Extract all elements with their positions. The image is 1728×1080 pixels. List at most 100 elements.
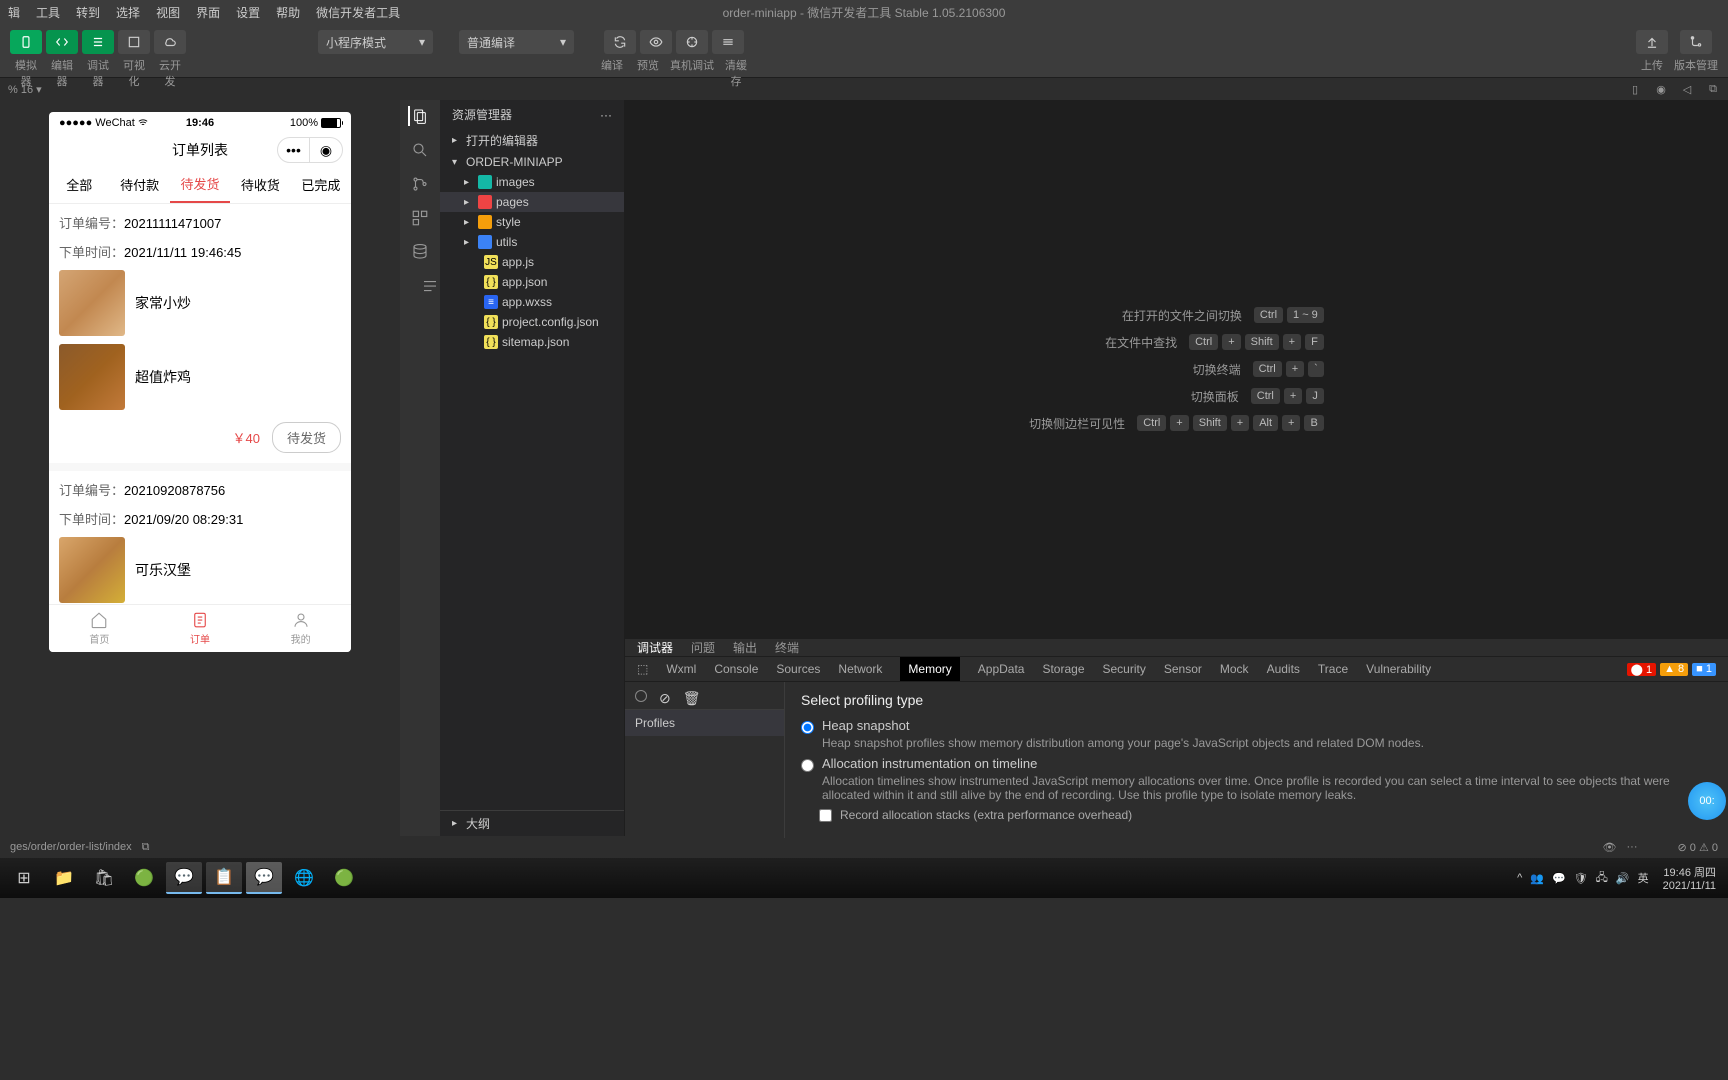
dtab-trace[interactable]: Trace	[1318, 662, 1348, 676]
tab-pending-ship[interactable]: 待发货	[170, 166, 230, 203]
dtab-sources[interactable]: Sources	[776, 662, 820, 676]
debugger-button[interactable]	[82, 30, 114, 54]
store-icon[interactable]: 🛍	[86, 862, 122, 894]
more-icon[interactable]: ···	[600, 108, 612, 122]
record-profile-icon[interactable]	[635, 690, 647, 702]
floating-record-button[interactable]: 00:	[1688, 782, 1726, 820]
preview-button[interactable]	[640, 30, 672, 54]
remote-debug-button[interactable]	[676, 30, 708, 54]
chrome-icon[interactable]: 🌐	[286, 862, 322, 894]
more-icon[interactable]: ···	[1627, 841, 1638, 854]
tree-node[interactable]: ▸utils	[440, 232, 624, 252]
database-tab-icon[interactable]	[410, 242, 430, 262]
dtab-sensor[interactable]: Sensor	[1164, 662, 1202, 676]
order-list[interactable]: 订单编号：20211111471007 下单时间：2021/11/11 19:4…	[49, 204, 351, 604]
mode-dropdown[interactable]: 小程序模式▾	[318, 30, 433, 54]
popout-icon[interactable]: ⧉	[1706, 82, 1720, 96]
device-icon[interactable]: ▯	[1628, 82, 1642, 96]
dtab-output[interactable]: 输出	[733, 639, 757, 656]
record-stacks-checkbox[interactable]	[819, 809, 832, 822]
visualize-button[interactable]	[118, 30, 150, 54]
dtab-audits[interactable]: Audits	[1267, 662, 1300, 676]
explorer-icon[interactable]: 📁	[46, 862, 82, 894]
version-button[interactable]	[1680, 30, 1712, 54]
tree-node[interactable]: ▾ORDER-MINIAPP	[440, 152, 624, 172]
tabbar-orders[interactable]: 订单	[150, 605, 251, 652]
zoom-level[interactable]: % 16 ▾	[8, 83, 42, 96]
simulator-button[interactable]	[10, 30, 42, 54]
tree-node[interactable]: ≡app.wxss	[440, 292, 624, 312]
explorer-tab-icon[interactable]	[408, 106, 428, 126]
tree-node[interactable]: ▸style	[440, 212, 624, 232]
dtab-security[interactable]: Security	[1103, 662, 1146, 676]
capsule-close-icon[interactable]: ◉	[310, 138, 342, 162]
tray-net-icon[interactable]: 🖧	[1596, 869, 1608, 888]
tree-node[interactable]: ▸打开的编辑器	[440, 129, 624, 152]
dtab-terminal[interactable]: 终端	[775, 639, 799, 656]
tree-node[interactable]: { }app.json	[440, 272, 624, 292]
taskbar-clock[interactable]: 19:46 周四 2021/11/11	[1657, 864, 1722, 892]
order-status-button[interactable]: 待发货	[272, 422, 341, 453]
outline-section[interactable]: ▸ 大纲	[440, 810, 624, 836]
git-tab-icon[interactable]	[410, 174, 430, 194]
cloud-dev-button[interactable]	[154, 30, 186, 54]
menu-goto[interactable]: 转到	[68, 4, 108, 21]
capsule-button[interactable]: ••• ◉	[277, 137, 343, 163]
dtab-mock[interactable]: Mock	[1220, 662, 1249, 676]
error-count[interactable]: ⊘ 0 ⚠ 0	[1678, 841, 1718, 854]
tray-people-icon[interactable]: 👥	[1530, 872, 1544, 885]
eye-icon[interactable]: 👁	[1603, 841, 1617, 854]
extensions-tab-icon[interactable]	[410, 208, 430, 228]
wechat-icon[interactable]: 💬	[166, 862, 202, 894]
tabbar-mine[interactable]: 我的	[250, 605, 351, 652]
menu-tools[interactable]: 工具	[28, 4, 68, 21]
compile-button[interactable]	[604, 30, 636, 54]
compile-dropdown[interactable]: 普通编译▾	[459, 30, 574, 54]
dtab-appdata[interactable]: AppData	[978, 662, 1025, 676]
profiles-header[interactable]: Profiles	[625, 710, 784, 736]
trash-icon[interactable]: 🗑	[683, 690, 701, 702]
menu-edit[interactable]: 辑	[0, 4, 28, 21]
taskview-icon[interactable]: ⊞	[6, 862, 42, 894]
tree-node[interactable]: ▸images	[440, 172, 624, 192]
clear-icon[interactable]: ⊘	[659, 690, 671, 702]
dtab-storage[interactable]: Storage	[1042, 662, 1084, 676]
tray-volume-icon[interactable]: 🔊	[1616, 872, 1630, 885]
copy-path-icon[interactable]: ⧉	[142, 841, 150, 854]
dtab-wxml[interactable]: Wxml	[666, 662, 696, 676]
upload-button[interactable]	[1636, 30, 1668, 54]
error-badge[interactable]: ⬤ 1	[1627, 663, 1657, 676]
tree-node[interactable]: { }project.config.json	[440, 312, 624, 332]
menu-select[interactable]: 选择	[108, 4, 148, 21]
tray-ime[interactable]: 英	[1638, 870, 1649, 886]
clear-cache-button[interactable]	[712, 30, 744, 54]
capsule-menu-icon[interactable]: •••	[278, 138, 310, 162]
file-path[interactable]: ges/order/order-list/index	[10, 841, 132, 853]
tab-all[interactable]: 全部	[49, 166, 109, 203]
dtab-debugger[interactable]: 调试器	[637, 639, 673, 656]
add-tab-icon[interactable]	[420, 276, 440, 296]
editor-button[interactable]	[46, 30, 78, 54]
tabbar-home[interactable]: 首页	[49, 605, 150, 652]
tree-node[interactable]: ▸pages	[440, 192, 624, 212]
dtab-problems[interactable]: 问题	[691, 639, 715, 656]
tab-done[interactable]: 已完成	[291, 166, 351, 203]
tray-shield-icon[interactable]: 🛡	[1574, 872, 1588, 885]
tab-pending-receive[interactable]: 待收货	[230, 166, 290, 203]
menu-interface[interactable]: 界面	[188, 4, 228, 21]
dtab-network[interactable]: Network	[838, 662, 882, 676]
dtab-vulnerability[interactable]: Vulnerability	[1366, 662, 1431, 676]
tray-up-icon[interactable]: ^	[1517, 872, 1522, 884]
element-select-icon[interactable]: ⬚	[637, 662, 648, 676]
dtab-console[interactable]: Console	[714, 662, 758, 676]
dtab-memory[interactable]: Memory	[900, 657, 959, 681]
app1-icon[interactable]: 📋	[206, 862, 242, 894]
menu-settings[interactable]: 设置	[228, 4, 268, 21]
tray-wechat-icon[interactable]: 💬	[1552, 872, 1566, 885]
allocation-timeline-radio[interactable]	[801, 759, 814, 772]
tab-pending-pay[interactable]: 待付款	[109, 166, 169, 203]
menu-wxdevtools[interactable]: 微信开发者工具	[308, 4, 408, 21]
chrome-green-icon[interactable]: 🟢	[126, 862, 162, 894]
heap-snapshot-radio[interactable]	[801, 721, 814, 734]
wechat2-icon[interactable]: 💬	[246, 862, 282, 894]
